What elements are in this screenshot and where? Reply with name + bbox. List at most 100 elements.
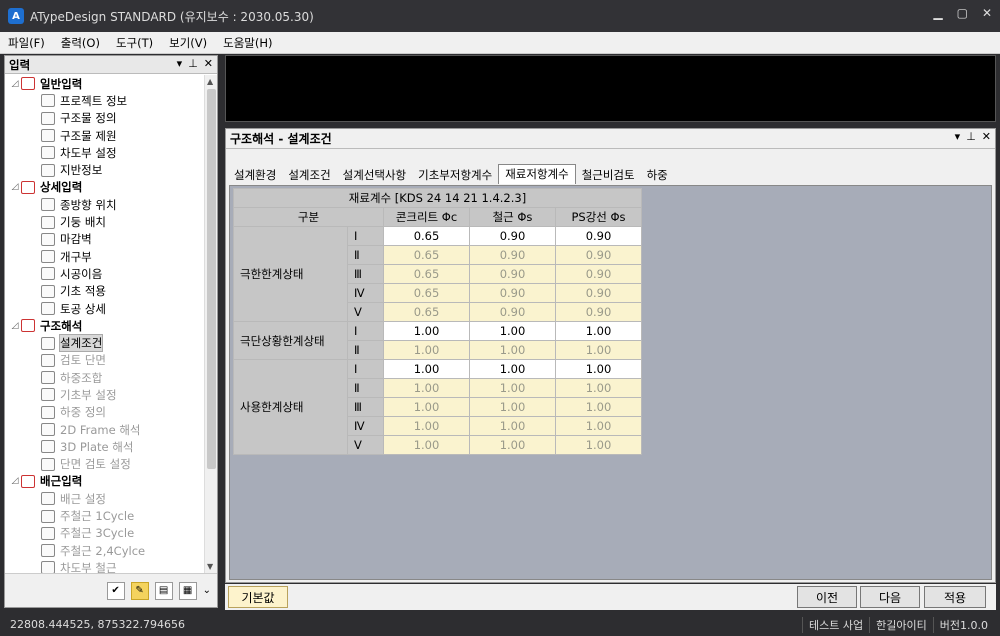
scroll-up-icon[interactable]: ▲ bbox=[207, 77, 213, 86]
app-logo-icon: A bbox=[8, 8, 24, 24]
row-number: Ⅱ bbox=[347, 340, 384, 360]
dropdown-icon[interactable]: ▾ bbox=[177, 57, 183, 70]
tab-3[interactable]: 기초부저항계수 bbox=[412, 166, 498, 184]
scroll-thumb[interactable] bbox=[207, 89, 216, 469]
tree-item-icon bbox=[41, 492, 55, 506]
tree-item-label: 마감벽 bbox=[60, 232, 92, 247]
tree-item[interactable]: 2D Frame 해석 bbox=[5, 421, 205, 438]
tree-group[interactable]: ◿ 일반입력 bbox=[5, 75, 205, 92]
close-icon[interactable]: ✕ bbox=[982, 130, 991, 143]
maximize-icon[interactable]: ▢ bbox=[957, 6, 968, 20]
collapse-icon[interactable]: ◿ bbox=[9, 182, 21, 192]
next-button[interactable]: 다음 bbox=[860, 586, 920, 608]
tree-item[interactable]: 지반정보 bbox=[5, 161, 205, 178]
menu-view[interactable]: 보기(V) bbox=[169, 35, 207, 51]
factor-cell[interactable]: 1.00 bbox=[383, 321, 470, 341]
tree-item[interactable]: 검토 단면 bbox=[5, 352, 205, 369]
apply-button[interactable]: 적용 bbox=[924, 586, 986, 608]
tree-item[interactable]: 3D Plate 해석 bbox=[5, 438, 205, 455]
tree-group[interactable]: ◿ 배근입력 bbox=[5, 473, 205, 490]
tree-item[interactable]: 하중 정의 bbox=[5, 404, 205, 421]
tree-item-label: 검토 단면 bbox=[60, 353, 106, 368]
tree-item[interactable]: 종방향 위치 bbox=[5, 196, 205, 213]
tree-item[interactable]: 차도부 철근 bbox=[5, 559, 205, 573]
graphic-view[interactable] bbox=[225, 55, 996, 122]
factor-cell: 1.00 bbox=[469, 416, 556, 436]
tree-item[interactable]: 하중조합 bbox=[5, 369, 205, 386]
tree-item[interactable]: 구조물 제원 bbox=[5, 127, 205, 144]
check-icon[interactable]: ✔ bbox=[106, 581, 125, 600]
tree-item[interactable]: 배근 설정 bbox=[5, 490, 205, 507]
factor-cell[interactable]: 1.00 bbox=[383, 359, 470, 379]
tree-item-label: 종방향 위치 bbox=[60, 197, 117, 212]
factor-cell[interactable]: 0.90 bbox=[555, 226, 642, 246]
tab-0[interactable]: 설계환경 bbox=[228, 166, 282, 184]
factor-cell[interactable]: 0.90 bbox=[469, 226, 556, 246]
tree-item[interactable]: 마감벽 bbox=[5, 231, 205, 248]
export-excel-icon[interactable]: ▦ bbox=[178, 581, 197, 600]
tree-item-label: 기초부 설정 bbox=[60, 387, 117, 402]
tree-item[interactable]: 설계조건 bbox=[5, 334, 205, 353]
input-tree: ◿ 일반입력 프로젝트 정보구조물 정의 구조물 제원 차도부 설정 지반정보 ◿ 상세입력 종… bbox=[5, 75, 205, 573]
minimize-icon[interactable]: ▁ bbox=[933, 6, 942, 20]
tree-item[interactable]: 기초 적용 bbox=[5, 283, 205, 300]
tree-scrollbar[interactable]: ▲ ▼ bbox=[204, 75, 217, 573]
input-pane: 입력 ▾ ⊥ ✕ ◿ 일반입력 프로젝트 정보구조물 정의 구조물 제원 차도부 설정 지… bbox=[4, 55, 218, 608]
previous-button[interactable]: 이전 bbox=[797, 586, 857, 608]
menu-help[interactable]: 도움말(H) bbox=[223, 35, 272, 51]
tree-item-label: 구조물 제원 bbox=[60, 128, 117, 143]
tab-4[interactable]: 재료저항계수 bbox=[498, 164, 576, 184]
tab-2[interactable]: 설계선택사항 bbox=[337, 166, 412, 184]
menu-file[interactable]: 파일(F) bbox=[8, 35, 45, 51]
close-icon[interactable]: ✕ bbox=[982, 6, 992, 20]
tree-item[interactable]: 시공이음 bbox=[5, 265, 205, 282]
factor-cell[interactable]: 1.00 bbox=[469, 359, 556, 379]
tree-item-label: 차도부 철근 bbox=[60, 560, 117, 573]
tree-item-icon bbox=[41, 353, 55, 367]
toolbar-overflow-icon[interactable]: ⌄ bbox=[203, 585, 211, 596]
factor-cell[interactable]: 0.65 bbox=[383, 226, 470, 246]
pin-icon[interactable]: ⊥ bbox=[188, 57, 198, 70]
tree-item[interactable]: 주철근 3Cycle bbox=[5, 525, 205, 542]
tree-item[interactable]: 기둥 배치 bbox=[5, 213, 205, 230]
export-pdf-icon[interactable]: ▤ bbox=[154, 581, 173, 600]
tree-item-label: 단면 검토 설정 bbox=[60, 457, 131, 472]
factor-cell[interactable]: 1.00 bbox=[555, 359, 642, 379]
tree-item[interactable]: 단면 검토 설정 bbox=[5, 456, 205, 473]
factor-cell: 1.00 bbox=[469, 397, 556, 417]
tree-group[interactable]: ◿ 구조해석 bbox=[5, 317, 205, 334]
menu-tools[interactable]: 도구(T) bbox=[116, 35, 153, 51]
scroll-down-icon[interactable]: ▼ bbox=[207, 562, 213, 571]
edit-pencil-icon[interactable]: ✎ bbox=[130, 581, 149, 600]
action-bar: 기본값 이전 다음 적용 bbox=[225, 584, 996, 610]
collapse-icon[interactable]: ◿ bbox=[9, 79, 21, 89]
factor-cell[interactable]: 1.00 bbox=[555, 321, 642, 341]
tree-item[interactable]: 차도부 설정 bbox=[5, 144, 205, 161]
menu-output[interactable]: 출력(O) bbox=[61, 35, 100, 51]
tree-item[interactable]: 주철근 2,4Cylce bbox=[5, 542, 205, 559]
tree-item[interactable]: 토공 상세 bbox=[5, 300, 205, 317]
tab-1[interactable]: 설계조건 bbox=[282, 166, 336, 184]
default-values-button[interactable]: 기본값 bbox=[228, 586, 288, 608]
tree-item[interactable]: 프로젝트 정보 bbox=[5, 92, 205, 109]
tree-item[interactable]: 주철근 1Cycle bbox=[5, 507, 205, 524]
tree-group[interactable]: ◿ 상세입력 bbox=[5, 179, 205, 196]
factor-cell: 0.65 bbox=[383, 264, 470, 284]
pin-icon[interactable]: ⊥ bbox=[966, 130, 976, 143]
tab-5[interactable]: 철근비검토 bbox=[576, 166, 641, 184]
tree-item-label: 프로젝트 정보 bbox=[60, 93, 128, 108]
material-factor-table: 재료계수 [KDS 24 14 21 1.4.2.3] 구분 콘크리트 Φc 철근 Φ… bbox=[233, 188, 642, 455]
dropdown-icon[interactable]: ▾ bbox=[955, 130, 961, 143]
input-pane-header: 입력 ▾ ⊥ ✕ bbox=[5, 56, 217, 74]
tree-item[interactable]: 개구부 bbox=[5, 248, 205, 265]
tree-item[interactable]: 구조물 정의 bbox=[5, 110, 205, 127]
window-title: ATypeDesign STANDARD (유지보수 : 2030.05.30) bbox=[30, 9, 314, 24]
tree-item[interactable]: 기초부 설정 bbox=[5, 386, 205, 403]
tab-content: 재료계수 [KDS 24 14 21 1.4.2.3] 구분 콘크리트 Φc 철근 Φ… bbox=[229, 185, 992, 580]
factor-cell[interactable]: 1.00 bbox=[469, 321, 556, 341]
collapse-icon[interactable]: ◿ bbox=[9, 321, 21, 331]
tab-6[interactable]: 하중 bbox=[641, 166, 674, 184]
close-icon[interactable]: ✕ bbox=[204, 57, 213, 70]
collapse-icon[interactable]: ◿ bbox=[9, 476, 21, 486]
tree-item-label: 주철근 3Cycle bbox=[60, 526, 135, 541]
